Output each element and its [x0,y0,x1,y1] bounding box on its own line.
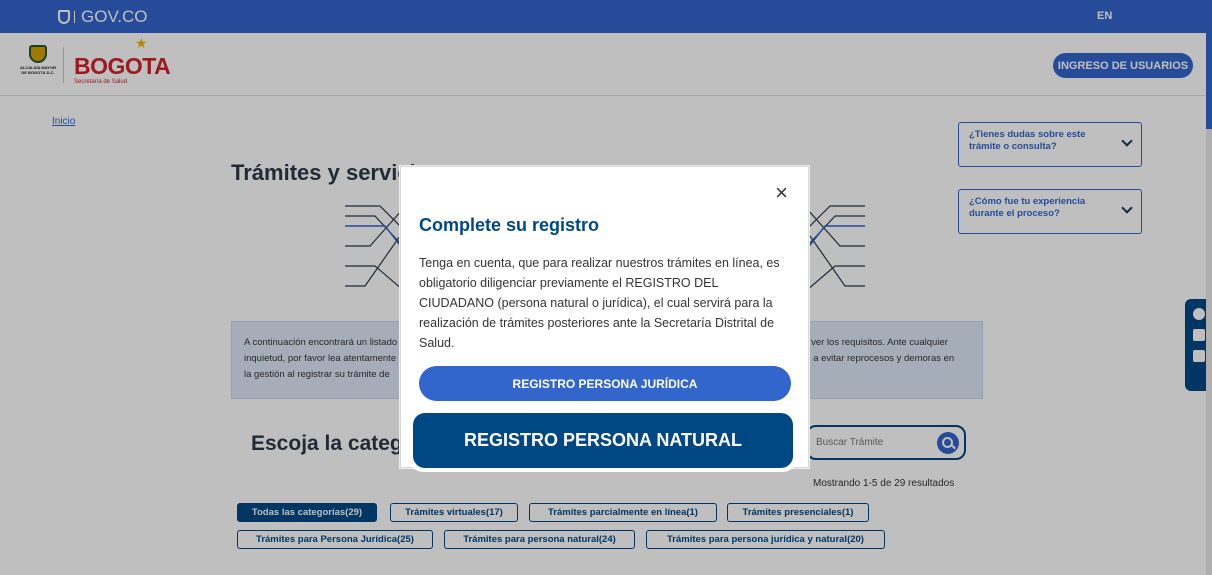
modal-title: Complete su registro [419,215,600,235]
register-legal-entity-button[interactable]: REGISTRO PERSONA JURÍDICA [419,366,791,401]
register-natural-person-label: REGISTRO PERSONA NATURAL [413,413,793,468]
register-natural-person-button[interactable]: REGISTRO PERSONA NATURAL [409,409,797,472]
close-icon[interactable]: × [775,182,788,204]
modal-body-text: Tenga en cuenta, que para realizar nuest… [419,256,780,350]
